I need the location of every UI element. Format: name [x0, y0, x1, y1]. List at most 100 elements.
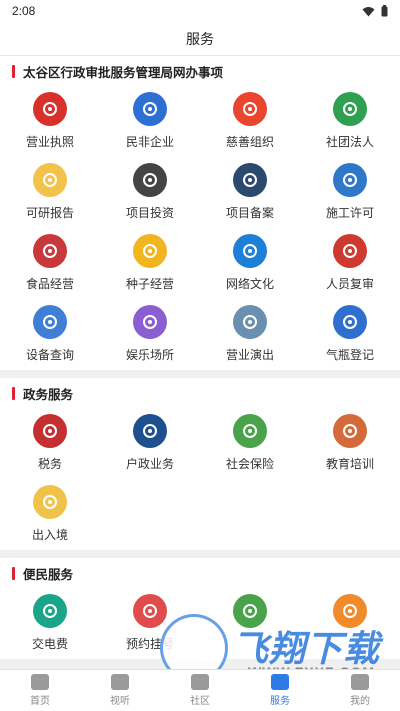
service-item-label: 可研报告	[25, 206, 74, 220]
section-header: 太谷区行政审批服务管理局网办事项	[0, 56, 400, 86]
service-grid: 税务 户政业务 社会保险 教育培训出入境	[0, 408, 400, 550]
service-item[interactable]: 娱乐场所	[100, 299, 200, 370]
status-time: 2:08	[12, 4, 36, 18]
knot-icon	[333, 92, 367, 126]
tab-label: 我的	[350, 696, 370, 707]
tab-label: 视听	[110, 696, 130, 707]
service-item-label: 项目备案	[225, 206, 274, 220]
section-marker	[12, 64, 15, 78]
section-header: 便民服务	[0, 558, 400, 588]
service-item[interactable]: 教育培训	[300, 408, 400, 479]
tab-label: 服务	[270, 696, 290, 707]
service-item[interactable]: 营业执照	[0, 86, 100, 157]
service-item-label: 食品经营	[25, 277, 74, 291]
service-grid: 交电费 预约挂号	[0, 588, 400, 659]
service-item[interactable]: 网络文化	[200, 228, 300, 299]
community-icon	[191, 674, 209, 690]
section-marker	[12, 566, 15, 580]
service-item-label: 营业演出	[225, 348, 274, 362]
service-item-label: 慈善组织	[225, 135, 274, 149]
service-section: 政务服务税务 户政业务 社会保险 教育培训出入境	[0, 378, 400, 550]
service-item-label: 营业执照	[25, 135, 74, 149]
tab-home[interactable]: 首页	[0, 670, 80, 711]
service-sections: 太谷区行政审批服务管理局网办事项 营业执照 民非企业 慈善组织 社团法人可研报告 项目投资…	[0, 56, 400, 659]
person-icon	[333, 234, 367, 268]
service-section: 太谷区行政审批服务管理局网办事项 营业执照 民非企业 慈善组织 社团法人可研报告 项目投资…	[0, 56, 400, 370]
service-item[interactable]: 民非企业	[100, 86, 200, 157]
service-item[interactable]: 出入境	[0, 479, 100, 550]
service-item[interactable]: 施工许可	[300, 157, 400, 228]
section-marker	[12, 386, 15, 400]
wifi-icon	[362, 6, 375, 16]
profile-icon	[351, 674, 369, 690]
service-item-label: 交电费	[31, 637, 68, 651]
battery-icon	[381, 5, 388, 17]
plane-icon	[33, 485, 67, 519]
service-item-label: 教育培训	[325, 457, 374, 471]
service-item[interactable]: 可研报告	[0, 157, 100, 228]
insurance-icon	[233, 414, 267, 448]
section-title: 太谷区行政审批服务管理局网办事项	[23, 65, 224, 80]
service-item-label: 出入境	[31, 528, 68, 542]
record-icon	[233, 163, 267, 197]
service-item[interactable]: 项目备案	[200, 157, 300, 228]
page-title: 服务	[186, 30, 214, 47]
service-item-label: 户政业务	[125, 457, 174, 471]
stage-icon	[233, 305, 267, 339]
service-item[interactable]: 设备查询	[0, 299, 100, 370]
tab-community[interactable]: 社区	[160, 670, 240, 711]
appointment-icon	[133, 594, 167, 628]
service-item-label: 施工许可	[325, 206, 374, 220]
emblem-icon	[33, 92, 67, 126]
tab-service-tab[interactable]: 服务	[240, 670, 320, 711]
tab-profile[interactable]: 我的	[320, 670, 400, 711]
service-item[interactable]: 税务	[0, 408, 100, 479]
service-item[interactable]: 户政业务	[100, 408, 200, 479]
service-item[interactable]: 社会保险	[200, 408, 300, 479]
report-icon	[33, 163, 67, 197]
service-item[interactable]: 营业演出	[200, 299, 300, 370]
clipboard-icon	[33, 305, 67, 339]
service-item-label: 税务	[37, 457, 62, 471]
police-icon	[133, 414, 167, 448]
section-title: 便民服务	[23, 567, 74, 582]
service-item[interactable]: 预约挂号	[100, 588, 200, 659]
service-item[interactable]	[200, 588, 300, 659]
service-item[interactable]	[300, 588, 400, 659]
page-title-bar: 服务	[0, 22, 400, 56]
service-item[interactable]: 交电费	[0, 588, 100, 659]
ticket-icon	[233, 594, 267, 628]
tab-label: 首页	[30, 696, 50, 707]
status-bar: 2:08	[0, 0, 400, 22]
service-item[interactable]: 食品经营	[0, 228, 100, 299]
heart-icon	[233, 92, 267, 126]
org-badge-icon	[133, 92, 167, 126]
tab-video[interactable]: 视听	[80, 670, 160, 711]
service-item-label: 项目投资	[125, 206, 174, 220]
service-section: 便民服务交电费 预约挂号	[0, 558, 400, 659]
service-item-label: 预约挂号	[125, 637, 174, 651]
service-item[interactable]: 项目投资	[100, 157, 200, 228]
service-item[interactable]: 人员复审	[300, 228, 400, 299]
service-item[interactable]: 种子经营	[100, 228, 200, 299]
section-header: 政务服务	[0, 378, 400, 408]
disc-icon	[133, 305, 167, 339]
service-item-label: 社团法人	[325, 135, 374, 149]
service-item[interactable]: 社团法人	[300, 86, 400, 157]
ie-icon	[233, 234, 267, 268]
service-item[interactable]: 慈善组织	[200, 86, 300, 157]
service-item-label: 社会保险	[225, 457, 274, 471]
tax-icon	[33, 414, 67, 448]
food-icon	[33, 234, 67, 268]
service-item-label: 人员复审	[325, 277, 374, 291]
service-item-label: 种子经营	[125, 277, 174, 291]
service-item-label: 设备查询	[25, 348, 74, 362]
bottom-tab-bar: 首页 视听 社区 服务 我的	[0, 669, 400, 711]
service-icon	[333, 594, 367, 628]
education-icon	[333, 414, 367, 448]
service-tab-icon	[271, 674, 289, 690]
service-grid: 营业执照 民非企业 慈善组织 社团法人可研报告 项目投资 项目备案 施工许可食品经营 种子经营…	[0, 86, 400, 370]
service-item-label: 民非企业	[125, 135, 174, 149]
status-icons	[362, 5, 388, 17]
service-item[interactable]: 气瓶登记	[300, 299, 400, 370]
